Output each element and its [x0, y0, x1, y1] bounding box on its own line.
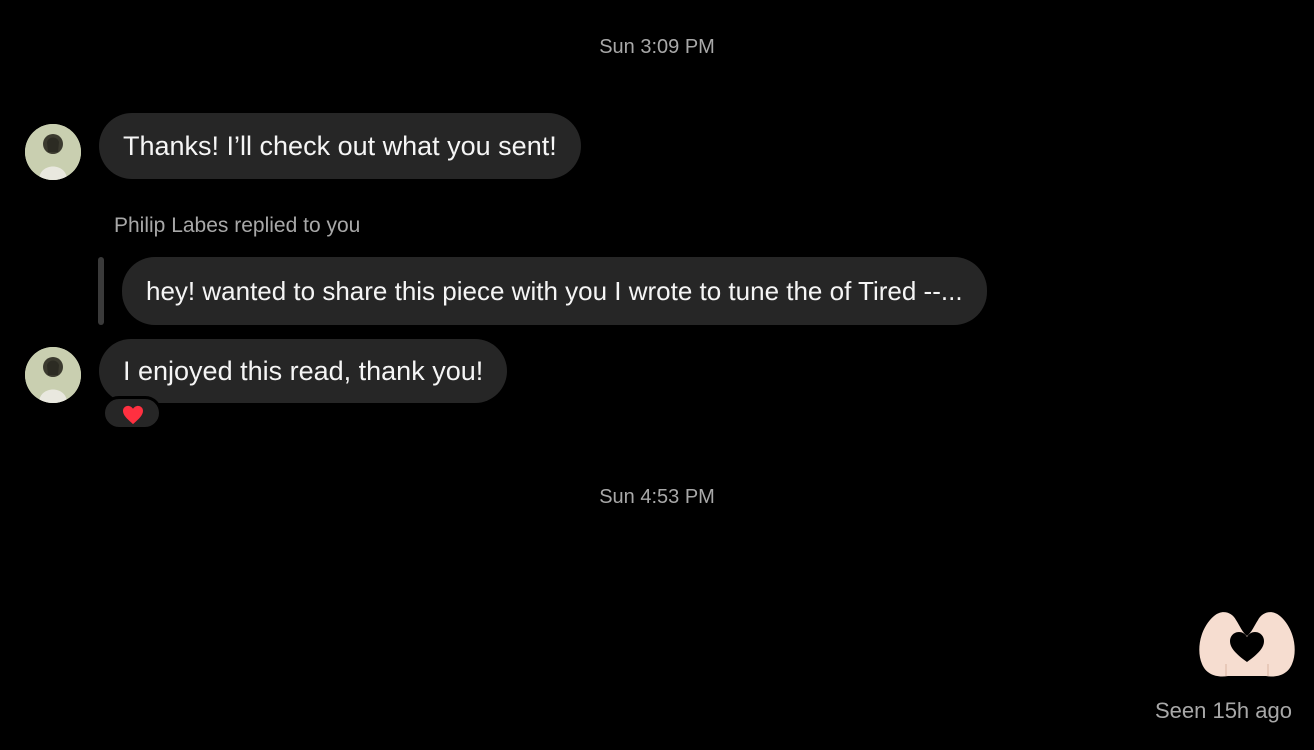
contact-avatar[interactable]: [25, 124, 81, 180]
timestamp-2: Sun 4:53 PM: [599, 486, 715, 508]
reply-quote-bar: [98, 257, 104, 325]
seen-status: Seen 15h ago: [1154, 698, 1292, 723]
message-bubble-2[interactable]: I enjoyed this read, thank you!: [99, 339, 508, 403]
heart-hands-icon: [1199, 612, 1295, 677]
reply-label: Philip Labes replied to you: [114, 214, 361, 237]
heart-reaction-icon: [123, 405, 143, 425]
avatar-photo-icon: [25, 347, 81, 403]
heart-hands-sticker[interactable]: [1196, 606, 1298, 682]
message-bubble-1[interactable]: Thanks! I’ll check out what you sent!: [99, 113, 581, 179]
contact-avatar[interactable]: [25, 347, 81, 403]
reaction-badge[interactable]: [102, 396, 162, 430]
avatar-photo-icon: [25, 124, 81, 180]
timestamp-1: Sun 3:09 PM: [599, 36, 715, 58]
quoted-message-bubble[interactable]: hey! wanted to share this piece with you…: [122, 257, 987, 325]
